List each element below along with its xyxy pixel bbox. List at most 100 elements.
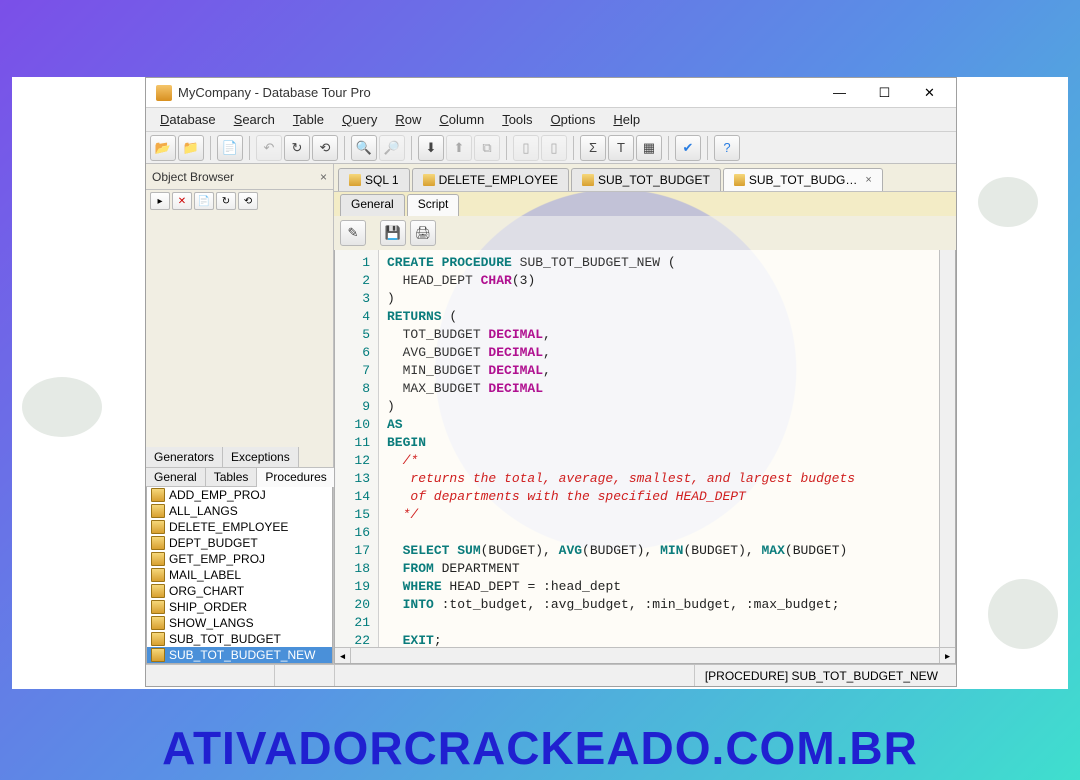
procedure-item[interactable]: MAIL_LABEL — [147, 567, 332, 583]
procedure-item[interactable]: SHIP_ORDER — [147, 599, 332, 615]
statusbar: [PROCEDURE] SUB_TOT_BUDGET_NEW — [146, 664, 956, 686]
save-button[interactable]: 💾 — [380, 220, 406, 246]
doc-tab[interactable]: DELETE_EMPLOYEE — [412, 168, 569, 191]
object-browser-category-tabs: GeneratorsExceptions — [146, 447, 333, 468]
ob-btn1[interactable]: ▸ — [150, 192, 170, 210]
object-browser-toolbar: ▸ ✕ 📄 ↻ ⟲ — [146, 190, 333, 214]
menu-search[interactable]: Search — [226, 110, 283, 129]
doc-tab[interactable]: SUB_TOT_BUDGET — [571, 168, 721, 191]
document-tabs: SQL 1 DELETE_EMPLOYEE SUB_TOT_BUDGET SUB_TO… — [334, 164, 956, 192]
doc-tab-label: SQL 1 — [365, 173, 399, 187]
find-button[interactable]: 🔍 — [351, 135, 377, 161]
menu-help[interactable]: Help — [605, 110, 648, 129]
print-button[interactable]: 🖨 — [410, 220, 436, 246]
object-browser-title: Object Browser — [152, 170, 234, 184]
procedure-item[interactable]: SUB_TOT_BUDGET — [147, 631, 332, 647]
sub-tab-general[interactable]: General — [146, 468, 206, 487]
minimize-button[interactable]: — — [817, 79, 862, 107]
procedure-item[interactable]: SUB_TOT_BUDGET_NEW — [147, 647, 332, 663]
help-button[interactable]: ? — [714, 135, 740, 161]
app-window: MyCompany - Database Tour Pro — ☐ ✕ Data… — [145, 77, 957, 687]
open-alt-button[interactable]: 📁 — [178, 135, 204, 161]
procedure-icon — [151, 552, 165, 566]
ob-btn3[interactable]: 📄 — [194, 192, 214, 210]
procedure-icon — [151, 520, 165, 534]
horizontal-scrollbar[interactable]: ◂ ▸ — [335, 647, 955, 663]
grid-button[interactable]: ▦ — [636, 135, 662, 161]
import-button[interactable]: ⬇ — [418, 135, 444, 161]
open-button[interactable]: 📂 — [150, 135, 176, 161]
page2-button[interactable]: ▯ — [541, 135, 567, 161]
procedure-icon — [151, 616, 165, 630]
close-button[interactable]: ✕ — [907, 79, 952, 107]
script-toolbar: ✎ 💾 🖨 — [334, 216, 956, 250]
procedure-item[interactable]: SHOW_LANGS — [147, 615, 332, 631]
refresh-button[interactable]: ⟲ — [312, 135, 338, 161]
find-next-button[interactable]: 🔎 — [379, 135, 405, 161]
procedure-icon — [151, 632, 165, 646]
procedure-label: DELETE_EMPLOYEE — [169, 520, 288, 534]
menu-column[interactable]: Column — [431, 110, 492, 129]
procedure-icon — [151, 584, 165, 598]
sub-tab-procedures[interactable]: Procedures — [257, 468, 335, 487]
menu-tools[interactable]: Tools — [494, 110, 540, 129]
ob-btn4[interactable]: ↻ — [216, 192, 236, 210]
vertical-scrollbar[interactable] — [939, 250, 955, 647]
undo-button[interactable]: ↶ — [256, 135, 282, 161]
menu-database[interactable]: Database — [152, 110, 224, 129]
menu-options[interactable]: Options — [543, 110, 604, 129]
main-toolbar: 📂 📁 📄 ↶ ↻ ⟲ 🔍 🔎 ⬇ ⬆ ⧉ ▯ ▯ Σ T — [146, 132, 956, 164]
maximize-button[interactable]: ☐ — [862, 79, 907, 107]
procedure-item[interactable]: ADD_EMP_PROJ — [147, 487, 332, 503]
procedures-list: ADD_EMP_PROJALL_LANGS DELETE_EMPLOYEEDEPT… — [146, 487, 333, 664]
redo-button[interactable]: ↻ — [284, 135, 310, 161]
check-button[interactable]: ✔ — [675, 135, 701, 161]
copy-button[interactable]: ⧉ — [474, 135, 500, 161]
file-icon — [582, 174, 594, 186]
tab-close-icon[interactable]: × — [865, 174, 871, 186]
object-browser-header: Object Browser × — [146, 164, 333, 190]
procedure-icon — [151, 504, 165, 518]
procedure-label: GET_EMP_PROJ — [169, 552, 265, 566]
file-icon — [349, 174, 361, 186]
edit-button[interactable]: ✎ — [340, 220, 366, 246]
status-right: [PROCEDURE] SUB_TOT_BUDGET_NEW — [694, 665, 948, 686]
procedure-label: SUB_TOT_BUDGET_NEW — [169, 648, 315, 662]
object-browser-sub-tabs: GeneralTablesProcedures — [146, 468, 333, 487]
inner-tab-general[interactable]: General — [340, 194, 405, 216]
document-button[interactable]: 📄 — [217, 135, 243, 161]
page-button[interactable]: ▯ — [513, 135, 539, 161]
cat-tab-exceptions[interactable]: Exceptions — [223, 447, 299, 467]
menu-table[interactable]: Table — [285, 110, 332, 129]
doc-tab[interactable]: SQL 1 — [338, 168, 410, 191]
inner-tabs: GeneralScript — [334, 192, 956, 216]
procedure-label: SHIP_ORDER — [169, 600, 247, 614]
procedure-item[interactable]: DEPT_BUDGET — [147, 535, 332, 551]
procedure-icon — [151, 648, 165, 662]
procedure-item[interactable]: ALL_LANGS — [147, 503, 332, 519]
sub-tab-tables[interactable]: Tables — [206, 468, 258, 487]
app-icon — [156, 85, 172, 101]
watermark-text: ATIVADORCRACKEADO.COM.BR — [162, 721, 918, 775]
procedure-icon — [151, 536, 165, 550]
procedure-item[interactable]: GET_EMP_PROJ — [147, 551, 332, 567]
object-browser-close[interactable]: × — [320, 170, 327, 184]
doc-tab-label: SUB_TOT_BUDGET — [598, 173, 710, 187]
procedure-icon — [151, 568, 165, 582]
menu-query[interactable]: Query — [334, 110, 385, 129]
procedure-item[interactable]: DELETE_EMPLOYEE — [147, 519, 332, 535]
sum-button[interactable]: Σ — [580, 135, 606, 161]
procedure-label: ALL_LANGS — [169, 504, 238, 518]
code-editor[interactable]: 1 2 3 4 5 6 7 8 9 10 11 12 13 14 15 16 1… — [334, 250, 956, 664]
file-icon — [734, 174, 745, 186]
export-button[interactable]: ⬆ — [446, 135, 472, 161]
procedure-item[interactable]: ORG_CHART — [147, 583, 332, 599]
inner-tab-script[interactable]: Script — [407, 194, 460, 216]
ob-btn2[interactable]: ✕ — [172, 192, 192, 210]
doc-tab[interactable]: SUB_TOT_BUDG…× — [723, 168, 883, 191]
text-button[interactable]: T — [608, 135, 634, 161]
procedure-label: SHOW_LANGS — [169, 616, 254, 630]
menu-row[interactable]: Row — [387, 110, 429, 129]
ob-btn5[interactable]: ⟲ — [238, 192, 258, 210]
cat-tab-generators[interactable]: Generators — [146, 447, 223, 467]
